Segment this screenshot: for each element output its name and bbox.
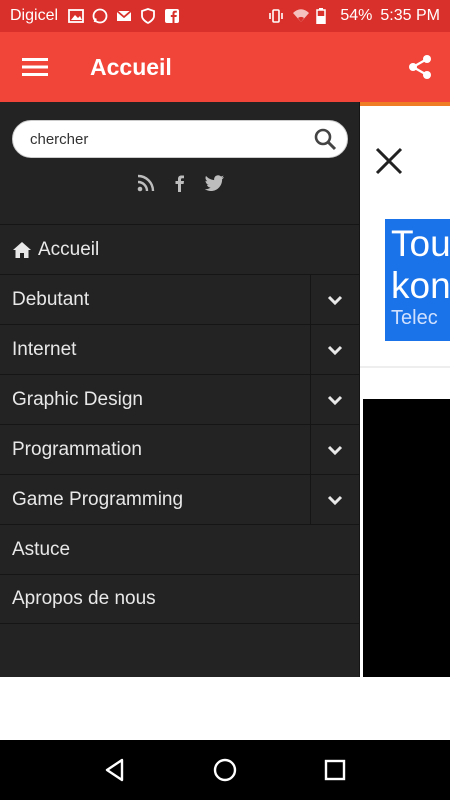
menu-item-label: Programmation	[12, 438, 142, 460]
facebook-icon[interactable]	[171, 174, 189, 192]
search-icon[interactable]	[313, 127, 337, 151]
image-notification-icon	[68, 8, 84, 24]
menu-item-astuce[interactable]: Astuce	[0, 524, 359, 574]
notification-icons	[68, 8, 180, 25]
screen: Digicel 54% 5:35 PM Accueil Tou kon Tele…	[0, 0, 450, 800]
expand-button[interactable]	[310, 325, 359, 374]
chevron-down-icon	[327, 295, 343, 305]
home-circle-icon	[213, 758, 237, 782]
clock: 5:35 PM	[380, 7, 440, 24]
background-content: Tou kon Telec	[360, 102, 450, 677]
system-navigation-bar	[0, 740, 450, 800]
menu-item-accueil[interactable]: Accueil	[0, 224, 359, 274]
menu-item-debutant[interactable]: Debutant	[0, 274, 359, 324]
search-input[interactable]	[30, 130, 313, 148]
recents-icon	[324, 759, 346, 781]
carrier-name: Digicel	[10, 7, 59, 24]
ad-line-1: Tou	[391, 223, 450, 264]
social-links	[0, 174, 360, 192]
navigation-drawer: Accueil Debutant Internet Graphic Design	[0, 102, 360, 677]
ad-line-3: Telec	[391, 307, 438, 329]
back-icon	[105, 758, 124, 782]
media-block	[363, 399, 450, 677]
menu-item-label: Internet	[12, 338, 77, 360]
menu-item-label-wrap: Accueil	[0, 239, 99, 261]
accent-bar	[360, 102, 450, 106]
facebook-icon	[164, 8, 180, 24]
page-title: Accueil	[90, 53, 172, 80]
menu-button[interactable]	[0, 32, 70, 102]
menu-item-label: Astuce	[12, 538, 71, 560]
menu-item-graphic-design[interactable]: Graphic Design	[0, 374, 359, 424]
share-icon	[409, 55, 431, 79]
chevron-down-icon	[327, 445, 343, 455]
app-bar: Accueil	[0, 32, 450, 102]
menu-item-label: Accueil	[38, 238, 100, 260]
wifi-icon	[292, 8, 310, 24]
recents-button[interactable]	[322, 757, 348, 783]
vibrate-icon	[268, 8, 284, 24]
expand-button[interactable]	[310, 425, 359, 474]
menu-item-game-programming[interactable]: Game Programming	[0, 474, 359, 524]
whatsapp-icon	[92, 8, 108, 24]
drawer-menu: Accueil Debutant Internet Graphic Design	[0, 224, 359, 624]
expand-button[interactable]	[310, 275, 359, 324]
back-button[interactable]	[102, 757, 128, 783]
expand-button[interactable]	[310, 375, 359, 424]
expand-button[interactable]	[310, 475, 359, 524]
share-button[interactable]	[390, 32, 450, 102]
menu-item-label: Apropos de nous	[12, 588, 156, 609]
search-box	[12, 120, 348, 158]
divider	[360, 366, 450, 368]
ad-banner[interactable]: Tou kon Telec	[385, 219, 450, 341]
rss-icon[interactable]	[137, 174, 155, 192]
menu-item-internet[interactable]: Internet	[0, 324, 359, 374]
close-icon	[375, 147, 403, 175]
status-bar: Digicel 54% 5:35 PM	[0, 0, 450, 32]
ad-line-2: kon	[391, 265, 450, 306]
chevron-down-icon	[327, 345, 343, 355]
menu-item-programmation[interactable]: Programmation	[0, 424, 359, 474]
battery-icon	[316, 8, 332, 25]
chevron-down-icon	[327, 395, 343, 405]
shield-icon	[140, 8, 156, 25]
hamburger-icon	[22, 58, 48, 76]
menu-item-apropos[interactable]: Apropos de nous	[0, 574, 359, 624]
chevron-down-icon	[327, 495, 343, 505]
close-button[interactable]	[374, 146, 410, 182]
status-right: 54% 5:35 PM	[268, 7, 440, 25]
home-icon	[13, 241, 31, 258]
twitter-icon[interactable]	[204, 174, 224, 192]
menu-item-label: Debutant	[12, 288, 90, 310]
menu-item-label: Game Programming	[12, 488, 184, 510]
gmail-icon	[116, 8, 132, 24]
menu-item-label: Graphic Design	[12, 388, 143, 410]
home-button[interactable]	[212, 757, 238, 783]
battery-percent: 54%	[340, 7, 373, 24]
